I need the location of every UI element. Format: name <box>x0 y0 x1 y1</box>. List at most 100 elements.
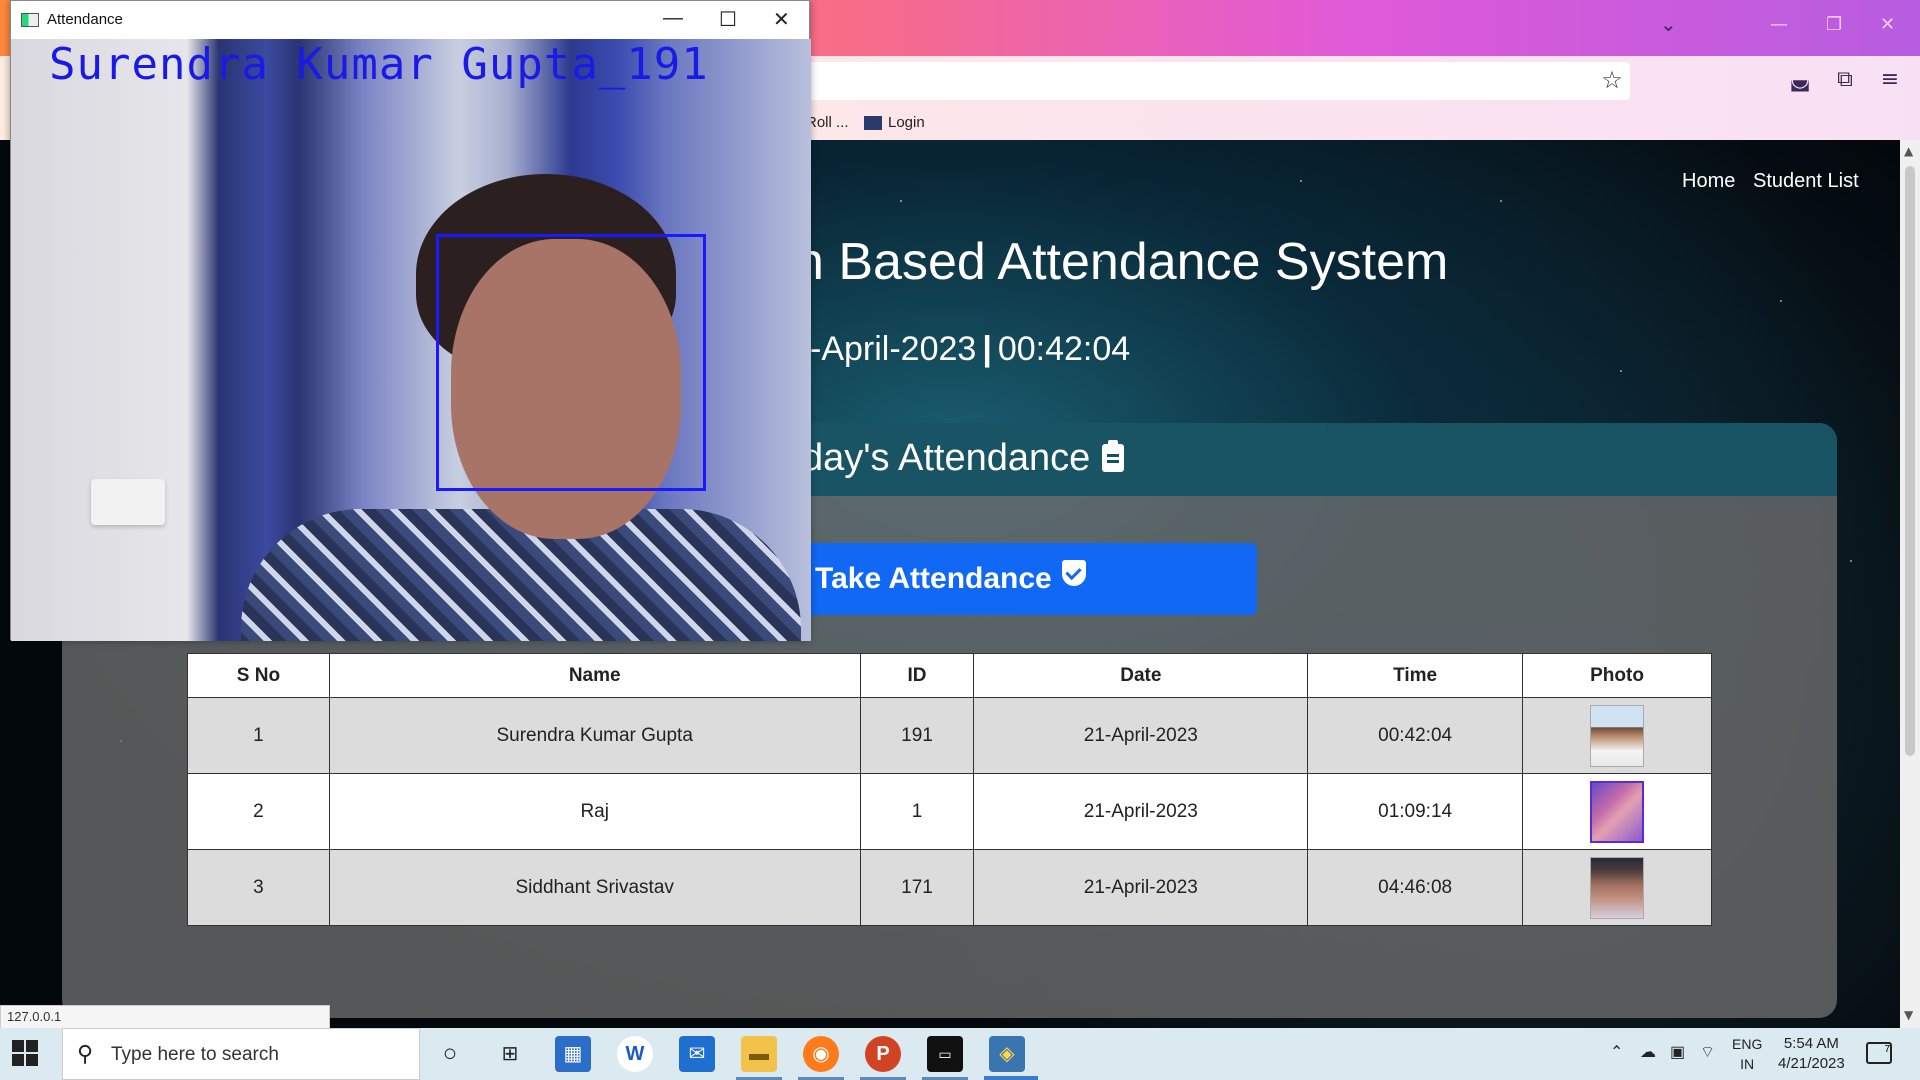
onedrive-icon[interactable]: ☁ <box>1640 1042 1656 1062</box>
col-header-sno: S No <box>187 653 330 698</box>
running-indicator <box>984 1076 1038 1080</box>
camera-close-icon[interactable]: ✕ <box>773 7 790 32</box>
search-icon: ⚲ <box>77 1041 94 1066</box>
cell-sno: 3 <box>187 849 330 926</box>
taskbar-search[interactable]: ⚲ Type here to search <box>62 1028 420 1080</box>
meet-icon[interactable]: ▣ <box>1670 1042 1685 1062</box>
clipboard-icon <box>1102 440 1125 472</box>
cell-photo <box>1522 773 1712 850</box>
store-icon[interactable]: ▦ <box>555 1036 591 1072</box>
taskbar-clock[interactable]: 5:54 AM 4/21/2023 <box>1778 1034 1845 1074</box>
camera-window-title: Attendance <box>47 11 123 28</box>
clock-date: 4/21/2023 <box>1778 1055 1845 1072</box>
pocket-icon[interactable]: ◛ <box>1786 66 1814 94</box>
close-icon[interactable]: ✕ <box>1880 14 1895 35</box>
minimize-icon[interactable]: — <box>1770 14 1788 35</box>
cell-date: 21-April-2023 <box>973 849 1309 926</box>
nav-home-link[interactable]: Home <box>1682 170 1735 193</box>
col-header-date: Date <box>973 653 1309 698</box>
bookmark-login-label: Login <box>888 114 925 131</box>
camera-feed: Surendra Kumar Gupta_191 <box>11 39 811 641</box>
scroll-up-icon[interactable]: ▲ <box>1904 144 1913 158</box>
notification-count: 7 <box>1884 1044 1890 1055</box>
col-header-photo: Photo <box>1522 653 1712 698</box>
cell-date: 21-April-2023 <box>973 697 1309 774</box>
table-row: 1 Surendra Kumar Gupta 191 21-April-2023… <box>187 697 1712 774</box>
taskbar-search-placeholder: Type here to search <box>111 1044 279 1065</box>
cell-name: Raj <box>328 773 861 850</box>
taskbar: ⚲ Type here to search ○ ⊞ ▦ W ✉ ▬ ◉ P ▭ … <box>0 1028 1920 1080</box>
page-title: n Based Attendance System <box>795 233 1449 291</box>
current-datetime: -April-2023 | 00:42:04 <box>810 330 1130 369</box>
cell-time: 00:42:04 <box>1307 697 1524 774</box>
col-header-id: ID <box>859 653 975 698</box>
cell-name: Surendra Kumar Gupta <box>328 697 861 774</box>
table-header-row: S No Name ID Date Time Photo <box>187 653 1712 698</box>
tab-list-chevron-icon[interactable]: ⌄ <box>1660 12 1677 36</box>
cortana-icon[interactable]: ○ <box>432 1036 468 1072</box>
lang-bottom: IN <box>1740 1056 1755 1072</box>
nav-student-list-link[interactable]: Student List <box>1753 170 1859 193</box>
notification-icon[interactable]: 7 <box>1866 1042 1892 1064</box>
student-photo[interactable] <box>1590 704 1645 767</box>
url-bar[interactable] <box>700 62 1630 100</box>
cell-time: 01:09:14 <box>1307 773 1524 850</box>
firefox-icon[interactable]: ◉ <box>803 1036 839 1072</box>
attendance-card-title: day's Attendance <box>802 437 1125 480</box>
menu-icon[interactable]: ≡ <box>1876 66 1904 94</box>
table-row: 2 Raj 1 21-April-2023 01:09:14 <box>187 773 1712 850</box>
student-photo[interactable] <box>1590 780 1645 843</box>
take-attendance-label: Take Attendance <box>815 562 1052 595</box>
powerpoint-icon[interactable]: P <box>865 1036 901 1072</box>
take-attendance-button[interactable]: Take Attendance <box>745 543 1257 615</box>
datetime-separator: | <box>982 330 992 368</box>
restore-icon[interactable]: ❐ <box>1826 14 1842 35</box>
cell-date: 21-April-2023 <box>973 773 1309 850</box>
mail-icon[interactable]: ✉ <box>679 1036 715 1072</box>
bookmark-login[interactable]: Login <box>864 114 925 131</box>
terminal-icon[interactable]: ▭ <box>927 1036 963 1072</box>
camera-app-icon <box>21 13 39 27</box>
login-favicon-icon <box>864 116 882 131</box>
word-icon[interactable]: W <box>617 1036 653 1072</box>
cell-sno: 1 <box>187 697 330 774</box>
status-url: 127.0.0.1 <box>0 1005 330 1029</box>
camera-window[interactable]: Attendance — ☐ ✕ Surendra Kumar Gupta_19… <box>10 0 811 641</box>
col-header-time: Time <box>1307 653 1524 698</box>
recognized-name-overlay: Surendra Kumar Gupta_191 <box>49 39 709 90</box>
cell-name: Siddhant Srivastav <box>328 849 861 926</box>
lang-top: ENG <box>1732 1036 1763 1052</box>
col-header-name: Name <box>328 653 861 698</box>
windows-start-icon[interactable] <box>12 1040 40 1068</box>
cell-id: 1 <box>859 773 975 850</box>
current-date: -April-2023 <box>810 330 977 368</box>
wall-switch <box>91 479 165 525</box>
cell-time: 04:46:08 <box>1307 849 1524 926</box>
extensions-icon[interactable]: ⧉ <box>1831 66 1859 94</box>
attendance-table: S No Name ID Date Time Photo 1 Surendra … <box>187 653 1712 926</box>
cell-id: 191 <box>859 697 975 774</box>
table-row: 3 Siddhant Srivastav 171 21-April-2023 0… <box>187 849 1712 926</box>
face-detection-box <box>436 234 706 491</box>
camera-minimize-icon[interactable]: — <box>663 7 683 30</box>
python-icon[interactable]: ◈ <box>989 1036 1025 1072</box>
bookmark-star-icon[interactable]: ☆ <box>1598 66 1626 94</box>
camera-maximize-icon[interactable]: ☐ <box>719 7 737 32</box>
wifi-icon[interactable]: ⌔ <box>1700 1042 1715 1062</box>
task-view-icon[interactable]: ⊞ <box>492 1036 528 1072</box>
camera-titlebar[interactable]: Attendance — ☐ ✕ <box>11 1 809 39</box>
current-time: 00:42:04 <box>997 330 1131 368</box>
page-scrollbar[interactable]: ▲ ▼ <box>1900 140 1920 1028</box>
tray-chevron-icon[interactable]: ⌃ <box>1610 1042 1623 1062</box>
cell-photo <box>1522 697 1712 774</box>
bookmark-roll[interactable]: Roll ... <box>806 114 849 131</box>
clock-time: 5:54 AM <box>1783 1035 1839 1052</box>
cell-sno: 2 <box>187 773 330 850</box>
file-explorer-icon[interactable]: ▬ <box>741 1036 777 1072</box>
student-photo[interactable] <box>1590 856 1645 919</box>
shield-check-icon <box>1061 560 1086 586</box>
scroll-down-icon[interactable]: ▼ <box>1904 1008 1913 1022</box>
language-indicator[interactable]: ENG IN <box>1732 1034 1762 1074</box>
scrollbar-thumb[interactable] <box>1905 166 1915 756</box>
cell-id: 171 <box>859 849 975 926</box>
